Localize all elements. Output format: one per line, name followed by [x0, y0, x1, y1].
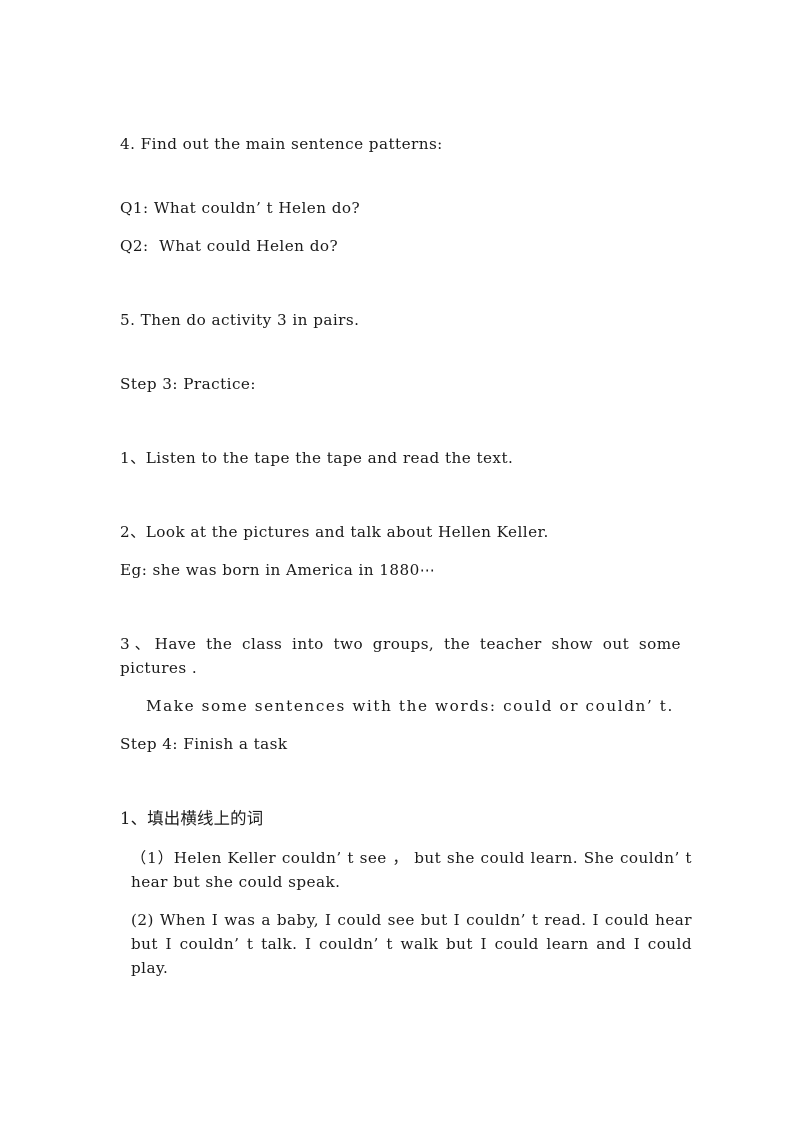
practice-2-line: 2、Look at the pictures and talk about He…: [120, 523, 549, 541]
task-item-1-paragraph: （1）Helen Keller couldn’ t see ， but she …: [131, 849, 692, 891]
step-4-heading-line: Step 4: Finish a task: [120, 735, 288, 753]
question-1-line: Q1: What couldn’ t Helen do?: [120, 199, 361, 217]
question-2-line: Q2: What could Helen do?: [120, 237, 339, 255]
practice-2-example-line: Eg: she was born in America in 1880⋯: [120, 561, 436, 579]
practice-1-line: 1、Listen to the tape the tape and read t…: [120, 449, 514, 467]
task-1-heading-line: 1、填出横线上的词: [120, 809, 264, 828]
practice-3-paragraph: 3、Have the class into two groups, the te…: [120, 635, 681, 677]
step-3-heading-line: Step 3: Practice:: [120, 375, 256, 393]
document-text-column: 4. Find out the main sentence patterns: …: [120, 132, 692, 980]
activity-pairs-line: 5. Then do activity 3 in pairs.: [120, 311, 360, 329]
practice-3-make-line: Make some sentences with the words: coul…: [146, 697, 674, 715]
document-page: 4. Find out the main sentence patterns: …: [0, 0, 800, 1132]
find-patterns-line: 4. Find out the main sentence patterns:: [120, 135, 443, 153]
task-item-2-paragraph: (2) When I was a baby, I could see but I…: [131, 911, 692, 977]
